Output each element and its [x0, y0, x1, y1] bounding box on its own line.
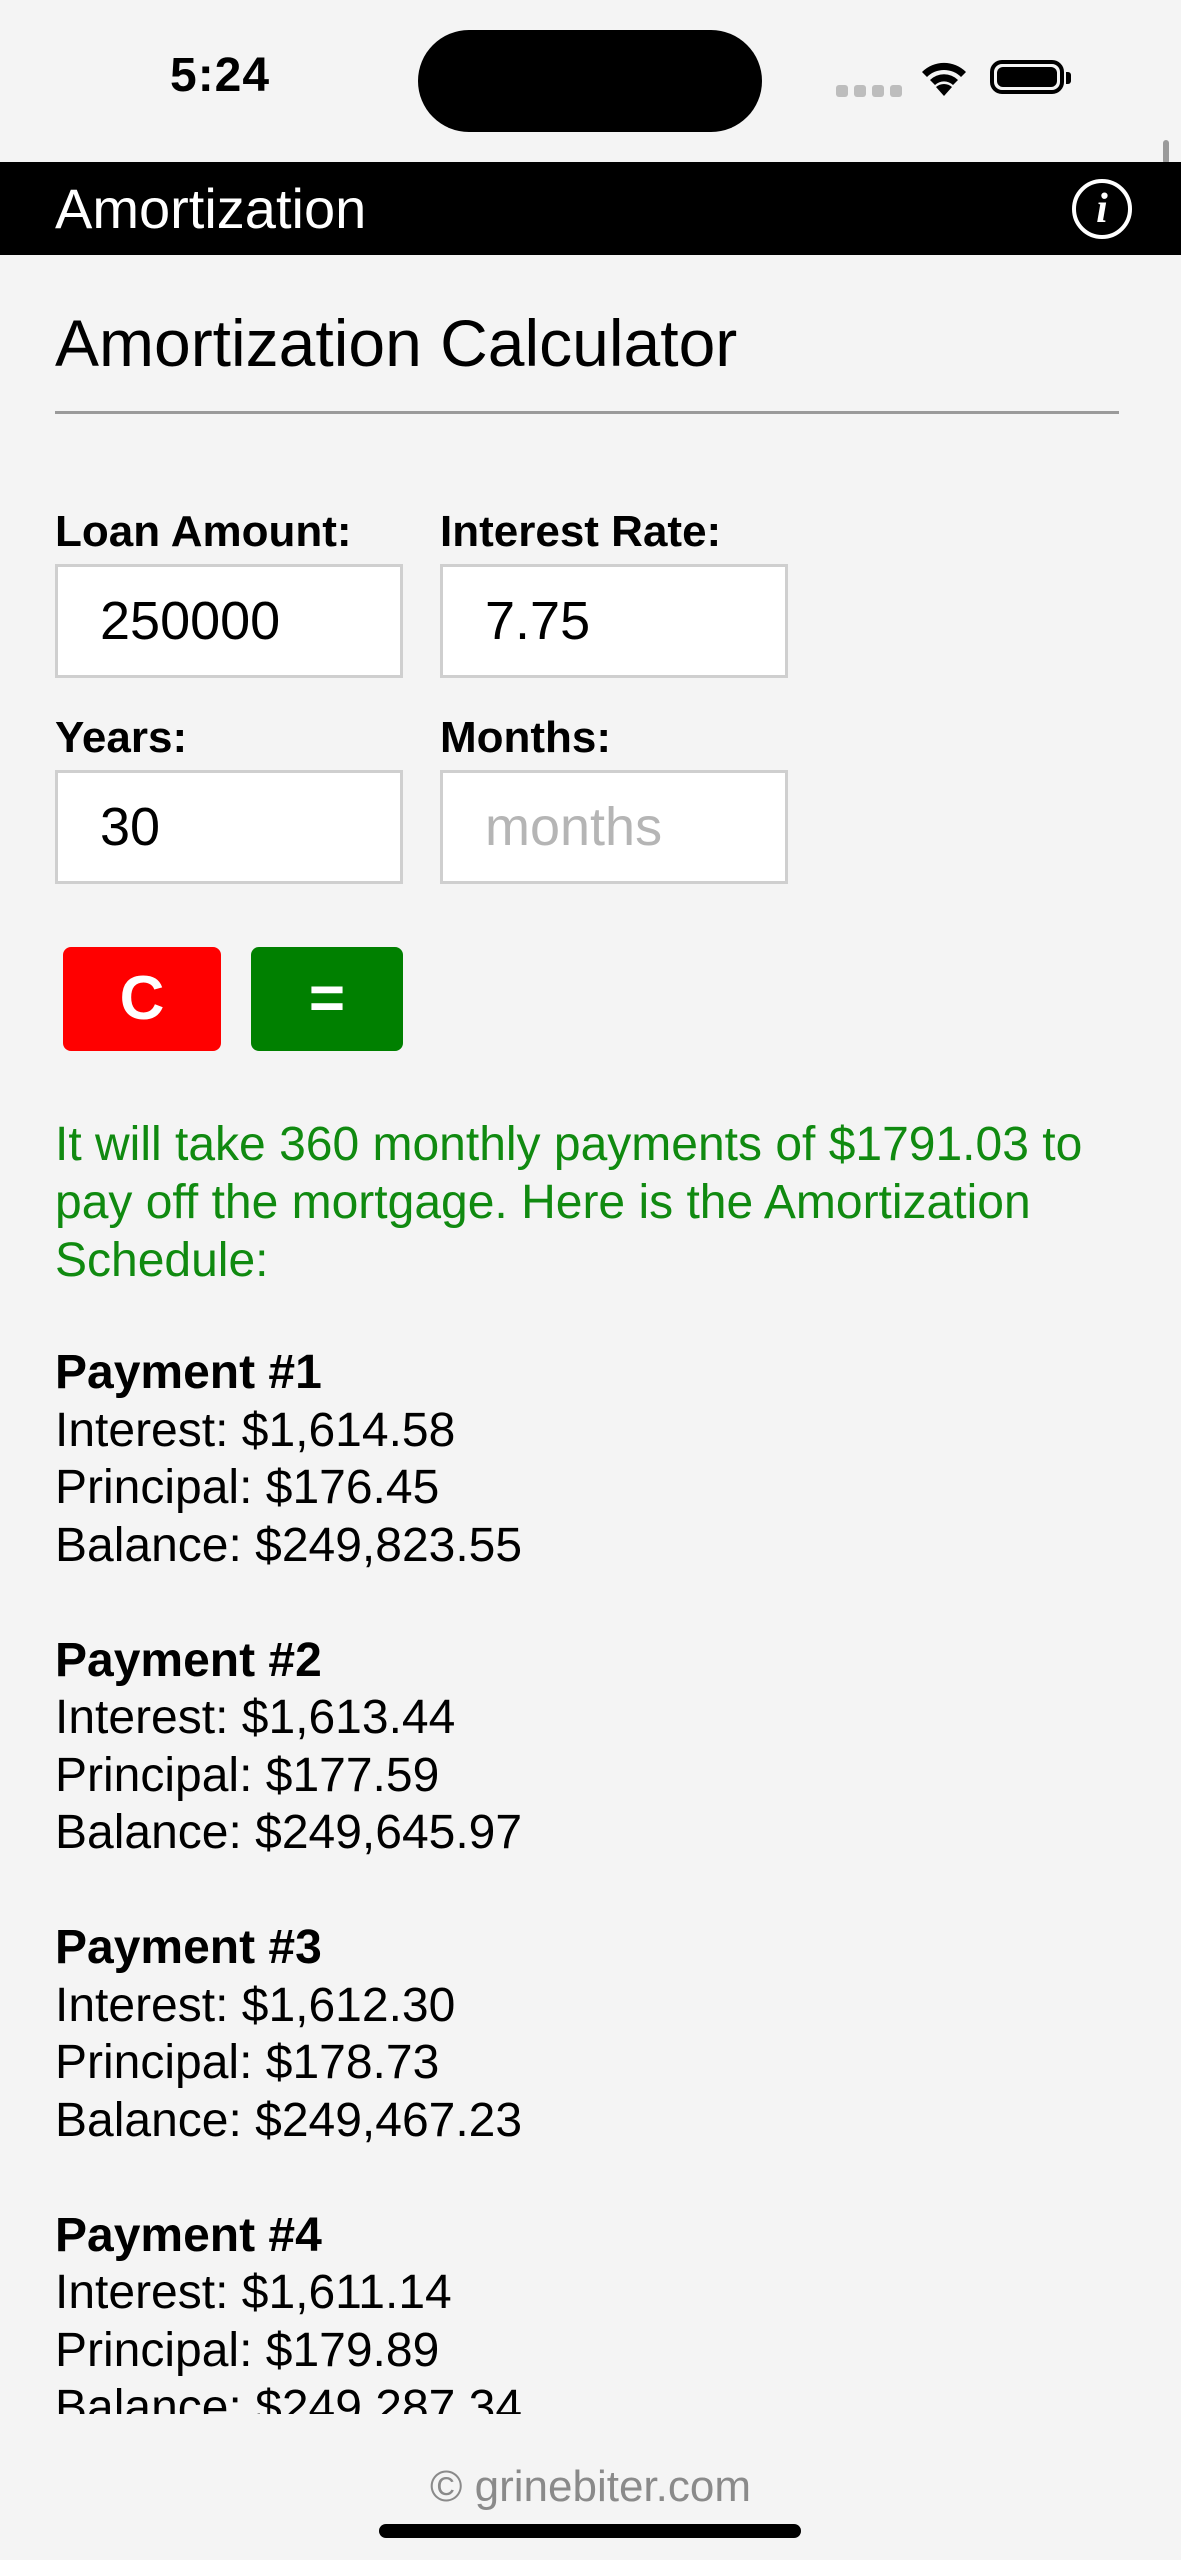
wifi-icon [922, 62, 966, 96]
payment-balance: Balance: $249,287.34 [55, 2381, 523, 2414]
clear-button[interactable]: C [63, 947, 221, 1051]
interest-rate-input[interactable] [440, 564, 788, 678]
years-input[interactable] [55, 770, 403, 884]
nav-title: Amortization [55, 177, 367, 240]
payment-principal: Principal: $178.73 [55, 2036, 440, 2089]
payment-heading: Payment #2 [55, 1633, 322, 1687]
info-icon[interactable]: i [1072, 179, 1132, 239]
status-time: 5:24 [170, 49, 271, 102]
main-content: Amortization Calculator [55, 255, 1125, 414]
payment-principal: Principal: $177.59 [55, 1748, 440, 1802]
payment-balance: Balance: $249,645.97 [55, 1806, 523, 1859]
payment-heading: Payment #1 [55, 1346, 322, 1399]
years-label: Years: [55, 713, 188, 762]
months-label: Months: [440, 713, 612, 762]
payment-interest: Interest: $1,613.44 [55, 1691, 456, 1744]
page-title: Amortization Calculator [55, 306, 738, 380]
loan-amount-input[interactable] [55, 564, 403, 678]
payment-entry: Payment #2 Interest: $1,613.44 Principal… [55, 1632, 1125, 1862]
signal-dots-icon [836, 84, 908, 102]
payment-principal: Principal: $176.45 [55, 1461, 440, 1514]
payment-heading: Payment #4 [55, 2208, 322, 2262]
battery-icon [990, 60, 1071, 94]
payment-entry: Payment #4 Interest: $1,611.14 Principal… [55, 2207, 1125, 2415]
amortization-schedule[interactable]: Payment #1 Interest: $1,614.58 Principal… [55, 1344, 1125, 2414]
payment-entry: Payment #1 Interest: $1,614.58 Principal… [55, 1344, 1125, 1574]
dynamic-island [418, 30, 762, 132]
status-bar: 5:24 [0, 0, 1181, 164]
payment-balance: Balance: $249,467.23 [55, 2093, 523, 2147]
payment-interest: Interest: $1,614.58 [55, 1403, 456, 1457]
home-indicator[interactable] [379, 2524, 801, 2538]
payment-entry: Payment #3 Interest: $1,612.30 Principal… [55, 1919, 1125, 2149]
title-divider [55, 411, 1119, 414]
payment-interest: Interest: $1,611.14 [55, 2266, 452, 2319]
result-summary: It will take 360 monthly payments of $17… [55, 1118, 1083, 1287]
scroll-indicator [1163, 140, 1169, 164]
payment-interest: Interest: $1,612.30 [55, 1978, 456, 2032]
interest-rate-label: Interest Rate: [440, 507, 722, 556]
months-input[interactable] [440, 770, 788, 884]
payment-principal: Principal: $179.89 [55, 2323, 440, 2377]
navbar: Amortization [0, 162, 1181, 255]
footer-copyright: © grinebiter.com [430, 2462, 751, 2511]
calculate-button[interactable]: = [251, 947, 403, 1051]
payment-heading: Payment #3 [55, 1921, 322, 1974]
payment-balance: Balance: $249,823.55 [55, 1518, 523, 1572]
loan-amount-label: Loan Amount: [55, 507, 352, 556]
